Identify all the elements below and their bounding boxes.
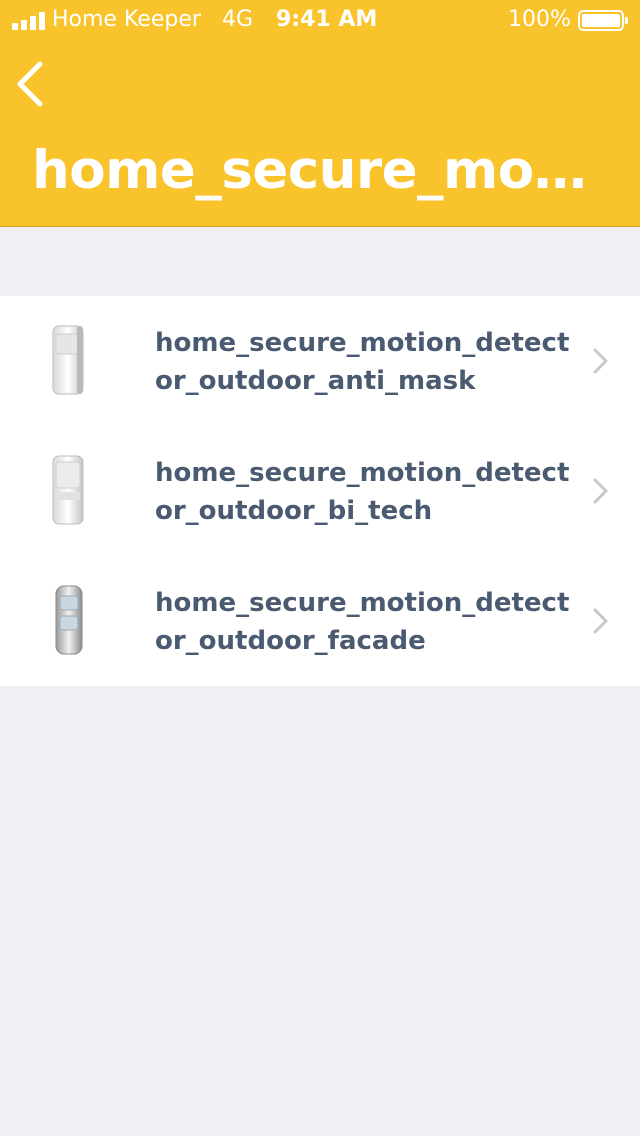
detector-label: home_secure_motion_detector_outdoor_bi_t… xyxy=(155,458,570,526)
chevron-right-icon xyxy=(593,348,608,374)
chevron-right-icon xyxy=(593,608,608,634)
chevron-right-icon xyxy=(593,478,608,504)
page-title: home_secure_moti... xyxy=(32,140,602,201)
network-type: 4G xyxy=(222,7,254,32)
chevron-left-icon xyxy=(17,61,43,107)
signal-strength-icon xyxy=(12,12,48,30)
detector-list: home_secure_motion_detector_outdoor_anti… xyxy=(0,296,640,686)
motion-detector-anti-mask-icon xyxy=(52,325,84,395)
status-bar: Home Keeper 4G 9:41 AM 100% xyxy=(0,0,640,40)
detector-label: home_secure_motion_detector_outdoor_anti… xyxy=(155,328,570,396)
back-button[interactable] xyxy=(10,56,54,112)
motion-detector-bi-tech-icon xyxy=(52,455,84,525)
list-item-bi-tech[interactable]: home_secure_motion_detector_outdoor_bi_t… xyxy=(0,426,640,556)
list-item-facade[interactable]: home_secure_motion_detector_outdoor_faca… xyxy=(0,556,640,686)
detector-label: home_secure_motion_detector_outdoor_faca… xyxy=(155,588,570,656)
carrier-name: Home Keeper xyxy=(52,7,201,32)
battery-icon xyxy=(578,10,628,31)
battery-percentage: 100% xyxy=(508,7,571,32)
navigation-header: Home Keeper 4G 9:41 AM 100% home_secure_… xyxy=(0,0,640,227)
list-item-anti-mask[interactable]: home_secure_motion_detector_outdoor_anti… xyxy=(0,296,640,426)
status-time: 9:41 AM xyxy=(276,7,378,32)
motion-detector-facade-icon xyxy=(55,585,83,655)
